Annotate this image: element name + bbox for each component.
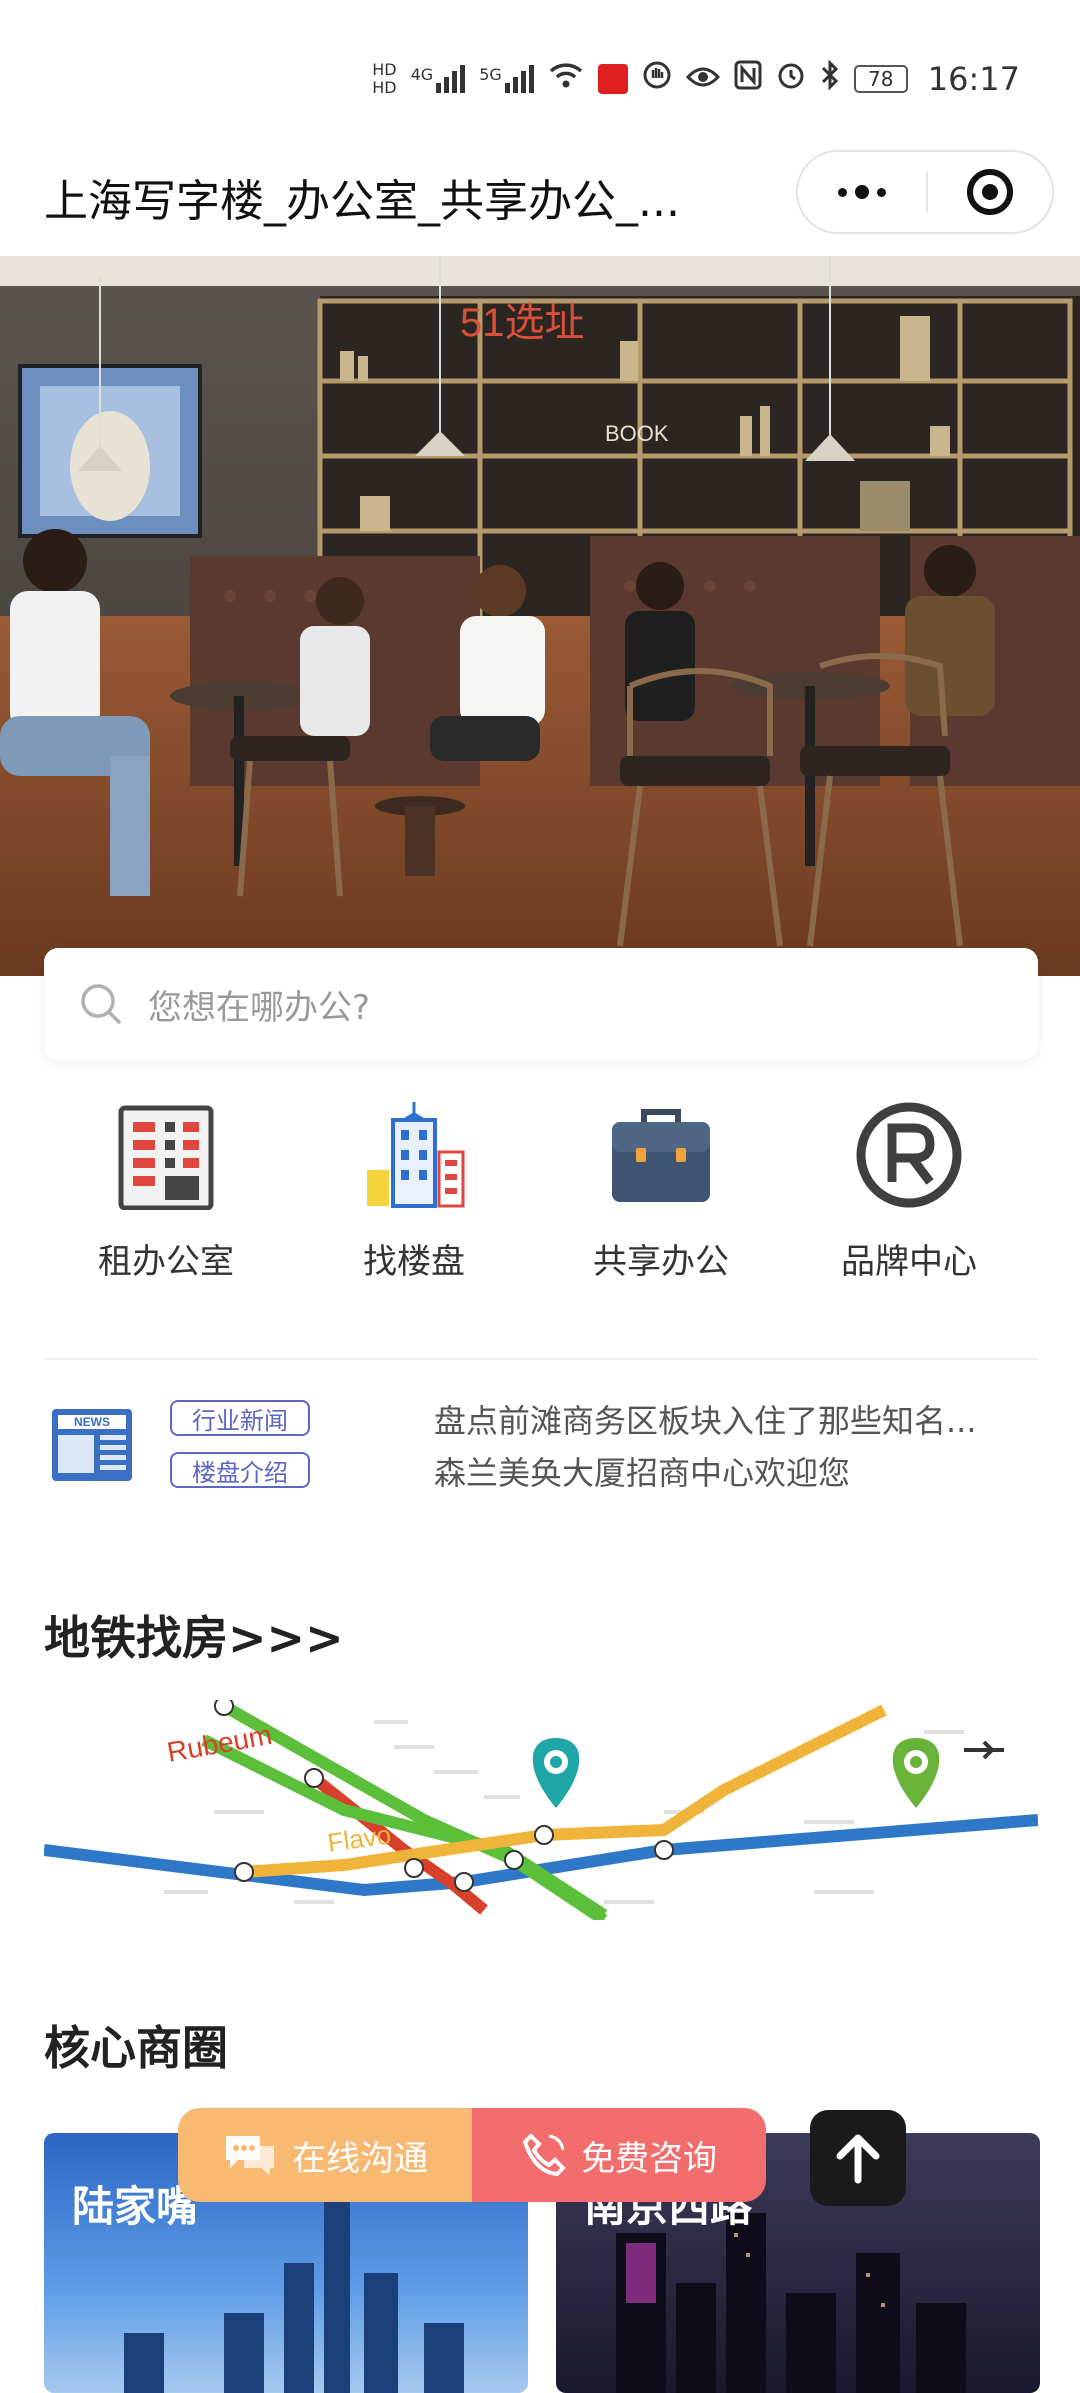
category-label: 品牌中心 [841, 1242, 977, 1282]
app-notification-icon [597, 64, 628, 94]
battery-icon: 78 [853, 65, 908, 93]
online-chat-label: 在线沟通 [292, 2138, 428, 2179]
office-building-icon [118, 1105, 214, 1211]
category-rent-office[interactable]: 租办公室 [46, 1100, 286, 1283]
alarm-icon [776, 60, 806, 98]
hd-top-label: HD [372, 60, 397, 79]
news-headline-2[interactable]: 森兰美奂大厦招商中心欢迎您 [434, 1448, 850, 1494]
free-consult-button[interactable]: 免费咨询 [472, 2108, 766, 2202]
airplane-icon [964, 1740, 1004, 1760]
business-section-title: 核心商圈 [44, 2021, 228, 2075]
metro-map[interactable]: Rubeum Flavo [44, 1700, 1038, 1920]
mini-program-capsule [796, 150, 1054, 234]
signal-5g-icon: 5G [479, 65, 534, 93]
signal-4g-label: 4G [410, 65, 434, 84]
category-shared-office[interactable]: 共享办公 [541, 1100, 781, 1283]
nfc-icon [734, 60, 762, 98]
category-label: 共享办公 [593, 1242, 729, 1282]
status-icons: HD HD 4G 5G 78 16:17 [372, 54, 1020, 104]
status-time: 16:17 [927, 60, 1020, 98]
signal-5g-label: 5G [479, 65, 502, 84]
news-icon: NEWS [52, 1409, 132, 1481]
map-pin-teal-icon [532, 1738, 580, 1808]
hd-bottom-label: HD [372, 78, 397, 97]
more-dots-icon [838, 185, 886, 199]
search-placeholder: 您想在哪办公? [148, 987, 371, 1028]
banner-watermark-text: 51选址 [460, 301, 585, 345]
free-consult-label: 免费咨询 [581, 2138, 717, 2179]
news-headline-1[interactable]: 盘点前滩商务区板块入住了那些知名... [434, 1396, 977, 1442]
category-label: 找楼盘 [363, 1242, 465, 1282]
back-to-top-button[interactable] [810, 2110, 906, 2206]
more-button[interactable] [798, 152, 926, 232]
news-icon-label: NEWS [74, 1415, 110, 1429]
banner-image: 51选址 BOOK [0, 256, 1080, 976]
category-label: 租办公室 [98, 1242, 234, 1282]
registered-icon [856, 1102, 962, 1208]
metro-yellow-line-label: Flavo [326, 1819, 393, 1858]
category-find-building[interactable]: 找楼盘 [294, 1100, 534, 1283]
status-bar: HD HD 4G 5G 78 16:17 [0, 0, 1080, 150]
category-brand-center[interactable]: 品牌中心 [789, 1100, 1029, 1283]
floating-contact-bar: 在线沟通 免费咨询 [178, 2108, 766, 2202]
page-title: 上海写字楼_办公室_共享办公_... [44, 176, 680, 227]
online-chat-button[interactable]: 在线沟通 [178, 2108, 472, 2202]
search-icon [81, 984, 122, 1025]
search-bar[interactable]: 您想在哪办公? [44, 948, 1038, 1060]
map-pin-green-icon [892, 1738, 940, 1808]
close-button[interactable] [928, 152, 1052, 232]
arrow-up-icon [836, 2134, 880, 2184]
metro-section-title[interactable]: 地铁找房>>> [44, 1602, 344, 1668]
tag-building-intro[interactable]: 楼盘介绍 [170, 1452, 310, 1488]
wifi-icon [548, 60, 584, 98]
phone-icon [522, 2133, 566, 2177]
hand-icon [642, 60, 672, 98]
bluetooth-icon [820, 59, 840, 98]
close-target-icon [967, 169, 1013, 215]
briefcase-icon [612, 1109, 710, 1202]
chat-bubble-icon [226, 2136, 274, 2176]
section-divider [44, 1358, 1038, 1360]
eye-icon [685, 62, 720, 97]
banner-carousel[interactable]: 51选址 BOOK [0, 256, 1080, 976]
banner-book-sign: BOOK [605, 421, 669, 446]
tower-icon [367, 1102, 465, 1208]
tag-industry-news[interactable]: 行业新闻 [170, 1400, 310, 1436]
hd-icon: HD HD [372, 61, 396, 97]
signal-4g-icon: 4G [411, 65, 466, 93]
